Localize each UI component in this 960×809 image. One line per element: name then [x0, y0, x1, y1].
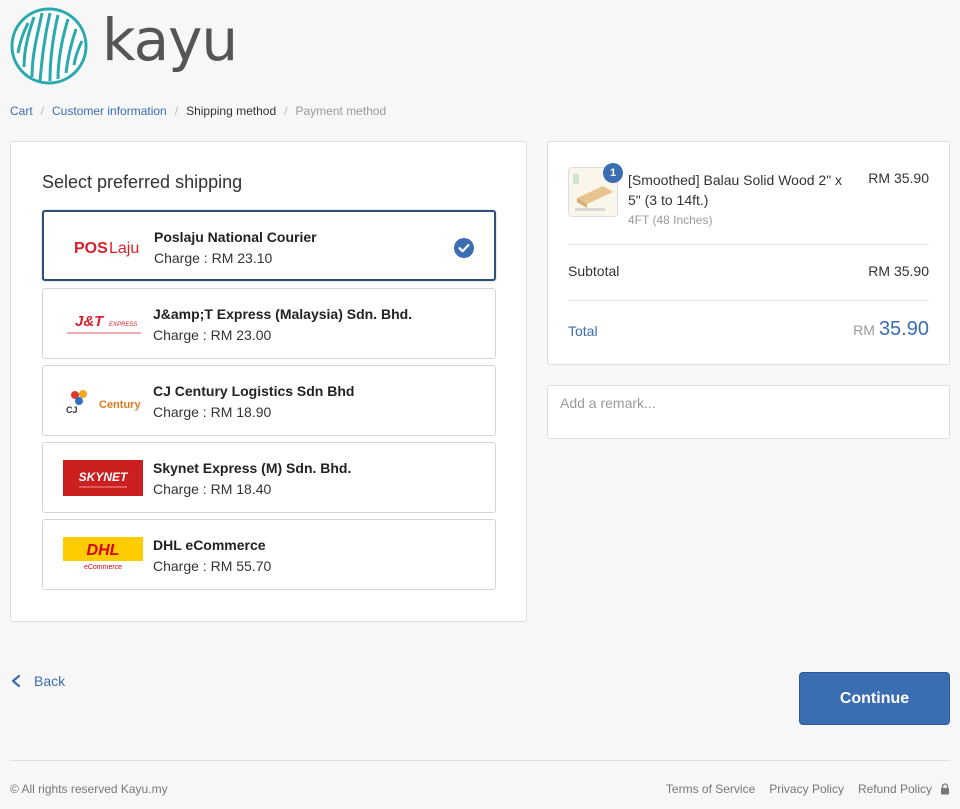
copyright-text: © All rights reserved Kayu.my — [10, 782, 168, 796]
breadcrumb-cart[interactable]: Cart — [10, 104, 33, 118]
svg-text:Laju: Laju — [109, 240, 139, 257]
shipping-option-dhl[interactable]: DHL eCommerce DHL eCommerce Charge : RM … — [42, 519, 496, 590]
breadcrumb-customer-information[interactable]: Customer information — [52, 104, 167, 118]
quantity-badge: 1 — [603, 163, 623, 183]
shipping-option-name: J&amp;T Express (Malaysia) Sdn. Bhd. — [153, 306, 413, 322]
shipping-option-name: Skynet Express (M) Sdn. Bhd. — [153, 460, 352, 476]
refund-policy-link[interactable]: Refund Policy — [858, 782, 932, 796]
product-price: RM 35.90 — [868, 170, 929, 186]
skynet-logo: SKYNET — [63, 460, 143, 496]
subtotal-label: Subtotal — [568, 263, 620, 279]
total-amount: 35.90 — [878, 318, 929, 340]
total-currency: RM — [853, 322, 875, 338]
kayu-logo-icon[interactable] — [10, 7, 88, 85]
breadcrumb-shipping-method: Shipping method — [186, 104, 277, 118]
shipping-option-name: Poslaju National Courier — [154, 229, 317, 245]
svg-text:DHL: DHL — [87, 542, 120, 559]
lock-icon — [941, 783, 949, 795]
footer-divider — [10, 760, 950, 761]
remark-input[interactable] — [547, 385, 950, 439]
total-label: Total — [568, 323, 598, 339]
svg-text:EXPRESS: EXPRESS — [109, 322, 137, 328]
privacy-policy-link[interactable]: Privacy Policy — [769, 782, 844, 796]
subtotal-value: RM 35.90 — [868, 263, 929, 279]
shipping-option-poslaju[interactable]: POS Laju Poslaju National Courier Charge… — [42, 210, 496, 281]
jnt-express-logo: J&T EXPRESS — [67, 313, 141, 334]
svg-text:SKYNET: SKYNET — [79, 470, 129, 484]
back-label: Back — [34, 673, 66, 689]
svg-text:Century: Century — [99, 399, 141, 411]
divider — [568, 300, 929, 301]
product-name: [Smoothed] Balau Solid Wood 2" x 5" (3 t… — [628, 172, 843, 208]
order-summary-panel: 1 [Smoothed] Balau Solid Wood 2" x 5" (3… — [547, 141, 950, 365]
cj-century-logo: CJ Century — [66, 390, 141, 415]
poslaju-logo: POS Laju — [74, 240, 139, 257]
shipping-panel: Select preferred shipping POS Laju Posla… — [10, 141, 527, 622]
shipping-option-name: DHL eCommerce — [153, 537, 266, 553]
svg-text:eCommerce: eCommerce — [84, 564, 122, 571]
shipping-option-charge: Charge : RM 55.70 — [153, 558, 272, 574]
continue-button[interactable]: Continue — [799, 672, 950, 725]
svg-text:POS: POS — [74, 240, 108, 257]
shipping-option-name: CJ Century Logistics Sdn Bhd — [153, 383, 355, 399]
dhl-ecommerce-logo: DHL eCommerce — [63, 537, 143, 571]
shipping-option-cj-century[interactable]: CJ Century CJ Century Logistics Sdn Bhd … — [42, 365, 496, 436]
breadcrumb-separator: / — [174, 104, 179, 118]
shipping-option-charge: Charge : RM 18.40 — [153, 481, 272, 497]
shipping-option-skynet[interactable]: SKYNET Skynet Express (M) Sdn. Bhd. Char… — [42, 442, 496, 513]
check-circle-icon — [454, 238, 474, 258]
shipping-option-charge: Charge : RM 23.00 — [153, 327, 272, 343]
breadcrumb: Cart / Customer information / Shipping m… — [10, 104, 386, 118]
shipping-option-jnt[interactable]: J&T EXPRESS J&amp;T Express (Malaysia) S… — [42, 288, 496, 359]
total-value: RM 35.90 — [853, 318, 929, 341]
header: kayu — [10, 6, 238, 86]
breadcrumb-separator: / — [40, 104, 45, 118]
chevron-left-icon — [11, 674, 21, 688]
footer-links: Terms of Service Privacy Policy Refund P… — [652, 782, 950, 796]
brand-name: kayu — [102, 6, 238, 74]
product-variant: 4FT (48 Inches) — [628, 213, 713, 227]
shipping-title: Select preferred shipping — [42, 172, 243, 192]
svg-text:J&T: J&T — [75, 313, 105, 330]
shipping-option-charge: Charge : RM 18.90 — [153, 404, 272, 420]
terms-of-service-link[interactable]: Terms of Service — [666, 782, 755, 796]
svg-text:CJ: CJ — [66, 405, 78, 415]
breadcrumb-separator: / — [284, 104, 288, 118]
breadcrumb-payment-method: Payment method — [295, 104, 387, 118]
shipping-option-charge: Charge : RM 23.10 — [154, 250, 273, 266]
divider — [568, 244, 929, 245]
back-link[interactable]: Back — [10, 673, 65, 689]
